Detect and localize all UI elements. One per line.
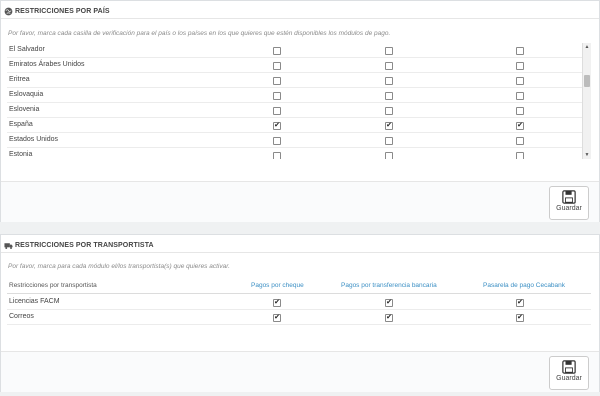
countries-save-button[interactable]: Guardar (549, 186, 589, 220)
row-checkbox[interactable] (516, 77, 524, 85)
row-checkbox[interactable] (385, 77, 393, 85)
row-checkbox[interactable] (516, 152, 524, 159)
row-checkbox[interactable]: ✔ (385, 122, 393, 130)
row-label: Estados Unidos (9, 136, 59, 143)
countries-panel: Restricciones por país Por favor, marca … (0, 0, 600, 222)
row-checkbox[interactable] (273, 152, 281, 159)
row-checkbox[interactable] (385, 137, 393, 145)
row-checkbox[interactable] (273, 77, 281, 85)
row-checkbox[interactable] (273, 62, 281, 70)
carriers-footer: Guardar (1, 351, 599, 392)
globe-icon (4, 7, 13, 16)
row-checkbox[interactable] (385, 107, 393, 115)
row-checkbox[interactable]: ✔ (273, 122, 281, 130)
truck-icon (4, 241, 13, 250)
table-row: Estonia (7, 148, 591, 159)
row-label: Eslovenia (9, 106, 40, 113)
table-row: Estados Unidos (7, 133, 591, 148)
carriers-help-text: Por favor, marca para cada módulo el/los… (8, 263, 230, 270)
countries-list[interactable]: El Salvador Emiratos Árabes Unidos Eritrea… (7, 43, 591, 159)
row-checkbox[interactable]: ✔ (385, 299, 393, 307)
row-checkbox[interactable]: ✔ (516, 314, 524, 322)
scroll-thumb[interactable] (584, 75, 590, 87)
table-row: Eritrea (7, 73, 591, 88)
row-label: Emiratos Árabes Unidos (9, 61, 85, 68)
row-label: Licencias FACM (9, 298, 60, 305)
carriers-panel: Restricciones por transportista Por favo… (0, 234, 600, 392)
row-checkbox[interactable] (516, 107, 524, 115)
scroll-down-icon[interactable]: ▼ (584, 152, 590, 158)
row-checkbox[interactable] (385, 92, 393, 100)
row-label: España (9, 121, 33, 128)
table-row: Eslovaquia (7, 88, 591, 103)
row-checkbox[interactable]: ✔ (273, 299, 281, 307)
row-checkbox[interactable]: ✔ (516, 299, 524, 307)
table-row: El Salvador (7, 43, 591, 58)
carriers-table-header: Restricciones por transportista Pagos po… (7, 279, 591, 294)
table-row: Correos ✔ ✔ ✔ (7, 310, 591, 325)
countries-panel-title: Restricciones por país (15, 7, 110, 15)
row-label: Estonia (9, 151, 33, 158)
row-label: Eslovaquia (9, 91, 44, 98)
row-checkbox[interactable] (273, 92, 281, 100)
row-checkbox[interactable] (273, 107, 281, 115)
carriers-save-button[interactable]: Guardar (549, 356, 589, 390)
countries-save-label: Guardar (556, 205, 582, 212)
countries-scrollbar[interactable]: ▲ ▼ (582, 43, 591, 159)
row-checkbox[interactable] (385, 47, 393, 55)
carriers-panel-header: Restricciones por transportista (1, 235, 599, 253)
row-label: Eritrea (9, 76, 30, 83)
module-header-cecabank: Pasarela de pago Cecabank (483, 282, 566, 289)
row-checkbox[interactable] (273, 47, 281, 55)
row-checkbox[interactable] (385, 62, 393, 70)
module-header-transfer: Pagos por transferencia bancaria (341, 282, 437, 289)
row-checkbox[interactable] (516, 62, 524, 70)
table-row: Licencias FACM ✔ ✔ ✔ (7, 295, 591, 310)
countries-help-text: Por favor, marca cada casilla de verific… (8, 30, 391, 37)
module-header-cheque: Pagos por cheque (251, 282, 304, 289)
row-checkbox[interactable]: ✔ (385, 314, 393, 322)
row-checkbox[interactable] (385, 152, 393, 159)
carriers-col-header: Restricciones por transportista (9, 282, 97, 289)
countries-panel-header: Restricciones por país (1, 1, 599, 19)
countries-footer: Guardar (1, 181, 599, 222)
table-row: España ✔ ✔ ✔ (7, 118, 591, 133)
row-checkbox[interactable] (516, 92, 524, 100)
row-checkbox[interactable] (516, 137, 524, 145)
scroll-up-icon[interactable]: ▲ (584, 44, 590, 50)
table-row: Emiratos Árabes Unidos (7, 58, 591, 73)
row-label: Correos (9, 313, 34, 320)
row-label: El Salvador (9, 46, 45, 53)
row-checkbox[interactable]: ✔ (516, 122, 524, 130)
floppy-disk-icon (562, 360, 576, 374)
carriers-panel-title: Restricciones por transportista (15, 241, 154, 249)
row-checkbox[interactable] (516, 47, 524, 55)
table-row: Eslovenia (7, 103, 591, 118)
row-checkbox[interactable]: ✔ (273, 314, 281, 322)
row-checkbox[interactable] (273, 137, 281, 145)
carriers-table-body: Licencias FACM ✔ ✔ ✔ Correos ✔ ✔ ✔ (7, 295, 591, 325)
carriers-save-label: Guardar (556, 375, 582, 382)
floppy-disk-icon (562, 190, 576, 204)
